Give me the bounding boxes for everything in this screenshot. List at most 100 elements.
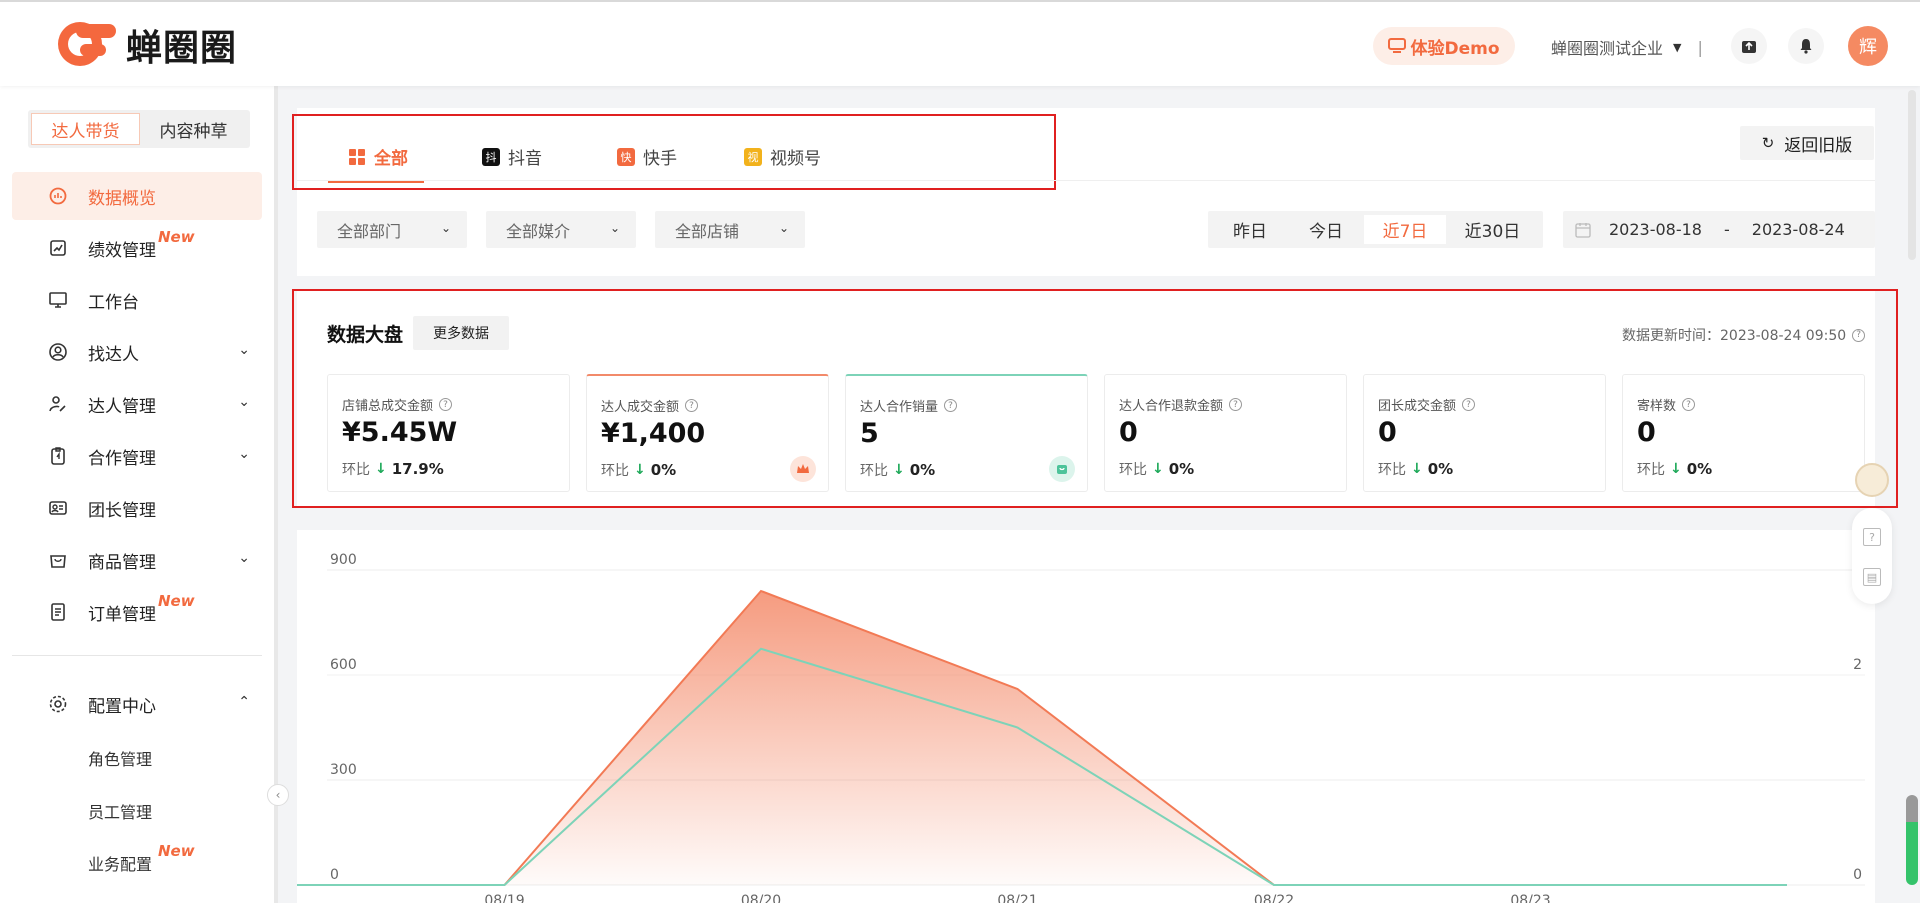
sidebar-collapse-button[interactable]: ‹ bbox=[267, 784, 289, 806]
tab-all[interactable]: 全部 bbox=[348, 144, 408, 169]
new-badge: New bbox=[158, 842, 195, 860]
compare-label: 环比 bbox=[342, 462, 370, 478]
metric-card-talent-gmv[interactable]: 达人成交金额? ¥1,400 环比 ↓ 0% bbox=[586, 374, 829, 492]
sidebar-item-label: 数据概览 bbox=[88, 188, 156, 209]
gear-icon bbox=[49, 695, 67, 713]
x-tick-label: 08/22 bbox=[1254, 893, 1294, 903]
arrow-down-icon: ↓ bbox=[1670, 461, 1682, 477]
sidebar-item-products[interactable]: 商品管理 ⌄ bbox=[12, 536, 262, 584]
chevron-down-icon: ⌄ bbox=[778, 221, 789, 235]
help-icon[interactable]: ? bbox=[1682, 398, 1696, 411]
compare-label: 环比 bbox=[1119, 462, 1147, 478]
help-icon[interactable]: ? bbox=[1852, 328, 1866, 342]
store-select-value: 全部店铺 bbox=[675, 221, 740, 241]
metric-card-refund[interactable]: 达人合作退款金额? 0 环比 ↓ 0% bbox=[1104, 374, 1347, 492]
dashboard-icon bbox=[49, 187, 67, 205]
update-time: 数据更新时间：2023-08-24 09:50 ? bbox=[1622, 325, 1866, 345]
user-avatar[interactable]: 辉 bbox=[1848, 26, 1888, 66]
id-card-icon bbox=[49, 501, 67, 515]
department-select[interactable]: 全部部门 ⌄ bbox=[317, 211, 467, 248]
y-tick-label: 600 bbox=[330, 657, 357, 673]
metric-card-samples[interactable]: 寄样数? 0 环比 ↓ 0% bbox=[1622, 374, 1865, 492]
help-icon[interactable]: ? bbox=[1462, 398, 1476, 411]
metric-card-talent-sales[interactable]: 达人合作销量? 5 环比 ↓ 0% bbox=[845, 374, 1088, 492]
brand-logo[interactable]: 蝉圈圈 bbox=[58, 18, 237, 72]
assistant-mascot-icon[interactable] bbox=[1855, 463, 1889, 497]
chevron-up-icon: ⌃ bbox=[238, 694, 250, 710]
range-yesterday[interactable]: 昨日 bbox=[1212, 215, 1288, 244]
upload-icon bbox=[1742, 41, 1756, 53]
help-icon[interactable]: ? bbox=[1229, 398, 1243, 411]
compare-label: 环比 bbox=[860, 463, 888, 479]
chevron-down-icon: ⌄ bbox=[238, 342, 250, 358]
arrow-down-icon: ↓ bbox=[893, 462, 905, 478]
sidebar-item-config-center[interactable]: 配置中心 ⌃ bbox=[12, 680, 262, 728]
upload-button[interactable] bbox=[1731, 28, 1767, 64]
x-tick-label: 08/19 bbox=[484, 893, 524, 903]
book-icon[interactable]: ▤ bbox=[1863, 568, 1881, 586]
metric-value: ¥1,400 bbox=[601, 418, 706, 449]
date-range-picker[interactable]: 2023-08-18 - 2023-08-24 bbox=[1563, 211, 1875, 248]
range-7days[interactable]: 近7日 bbox=[1364, 215, 1446, 244]
floating-toolbar: ? ▤ bbox=[1852, 508, 1892, 604]
notification-button[interactable] bbox=[1788, 28, 1824, 64]
chevron-left-icon: ‹ bbox=[275, 788, 281, 802]
sidebar-scrollbar[interactable] bbox=[274, 86, 278, 903]
chevron-down-icon: ⌄ bbox=[238, 446, 250, 462]
metric-card-leader-gmv[interactable]: 团长成交金额? 0 环比 ↓ 0% bbox=[1363, 374, 1606, 492]
sidebar-item-performance[interactable]: 绩效管理 New bbox=[12, 224, 262, 272]
bell-icon bbox=[1800, 39, 1812, 54]
help-icon[interactable]: ? bbox=[944, 399, 958, 412]
metric-value: 0 bbox=[1637, 417, 1656, 448]
metric-change: 17.9% bbox=[391, 460, 444, 478]
store-select[interactable]: 全部店铺 ⌄ bbox=[655, 211, 805, 248]
tab-kuaishou[interactable]: 快 快手 bbox=[617, 144, 677, 169]
sidebar-item-workbench[interactable]: 工作台 bbox=[12, 276, 262, 324]
more-data-button[interactable]: 更多数据 bbox=[413, 316, 509, 350]
y-tick-label: 300 bbox=[330, 762, 357, 778]
range-30days[interactable]: 近30日 bbox=[1446, 215, 1539, 244]
company-selector[interactable]: 蝉圈圈测试企业 ▼ | bbox=[1551, 35, 1703, 59]
tab-douyin[interactable]: 抖 抖音 bbox=[482, 144, 542, 169]
x-tick-label: 08/23 bbox=[1510, 893, 1550, 903]
chevron-down-icon: ⌄ bbox=[609, 221, 620, 235]
page-scrollbar-thumb[interactable] bbox=[1906, 795, 1918, 885]
demo-label: 体验Demo bbox=[1410, 38, 1500, 59]
media-select[interactable]: 全部媒介 ⌄ bbox=[486, 211, 636, 248]
tab-content-seeding[interactable]: 内容种草 bbox=[140, 113, 247, 145]
sidebar-item-talent-manage[interactable]: 达人管理 ⌄ bbox=[12, 380, 262, 428]
update-time-text: 数据更新时间：2023-08-24 09:50 bbox=[1622, 328, 1847, 344]
new-badge: New bbox=[158, 228, 195, 246]
sidebar-subitem-business-config[interactable]: 业务配置 bbox=[88, 851, 152, 875]
sidebar-item-cooperation[interactable]: 合作管理 ⌄ bbox=[12, 432, 262, 480]
business-type-tabs: 达人带货 内容种草 bbox=[28, 110, 250, 148]
card-divider bbox=[297, 180, 1875, 181]
metric-label: 店铺总成交金额 bbox=[342, 399, 434, 414]
sidebar-item-label: 工作台 bbox=[88, 292, 139, 313]
logo-text: 蝉圈圈 bbox=[126, 28, 238, 69]
logo-mark-icon bbox=[58, 18, 120, 72]
tab-shipinhao[interactable]: 视 视频号 bbox=[744, 144, 821, 169]
sidebar-item-find-talent[interactable]: 找达人 ⌄ bbox=[12, 328, 262, 376]
sidebar-subitem-staff[interactable]: 员工管理 bbox=[88, 799, 152, 823]
sidebar-item-group-leader[interactable]: 团长管理 bbox=[12, 484, 262, 532]
sidebar-subitem-roles[interactable]: 角色管理 bbox=[88, 746, 152, 770]
company-name: 蝉圈圈测试企业 bbox=[1551, 39, 1664, 58]
tab-label: 全部 bbox=[374, 149, 408, 169]
sidebar-item-overview[interactable]: 数据概览 bbox=[12, 172, 262, 220]
compare-label: 环比 bbox=[601, 463, 629, 479]
sidebar-item-orders[interactable]: 订单管理 New bbox=[12, 588, 262, 636]
metric-card-store-gmv[interactable]: 店铺总成交金额? ¥5.45W 环比 ↓ 17.9% bbox=[327, 374, 570, 492]
page-scrollbar[interactable] bbox=[1908, 90, 1916, 260]
tab-talent-sales[interactable]: 达人带货 bbox=[31, 113, 140, 145]
return-old-version-button[interactable]: ↻ 返回旧版 bbox=[1740, 126, 1874, 160]
demo-button[interactable]: 体验Demo bbox=[1373, 27, 1515, 65]
sidebar-item-label: 团长管理 bbox=[88, 500, 156, 521]
help-icon[interactable]: ? bbox=[685, 399, 699, 412]
metric-change: 0% bbox=[1686, 460, 1713, 478]
metric-value: 5 bbox=[860, 418, 879, 449]
range-today[interactable]: 今日 bbox=[1288, 215, 1364, 244]
metric-value: 0 bbox=[1378, 417, 1397, 448]
help-icon[interactable]: ? bbox=[439, 398, 453, 411]
help-icon[interactable]: ? bbox=[1863, 528, 1881, 546]
